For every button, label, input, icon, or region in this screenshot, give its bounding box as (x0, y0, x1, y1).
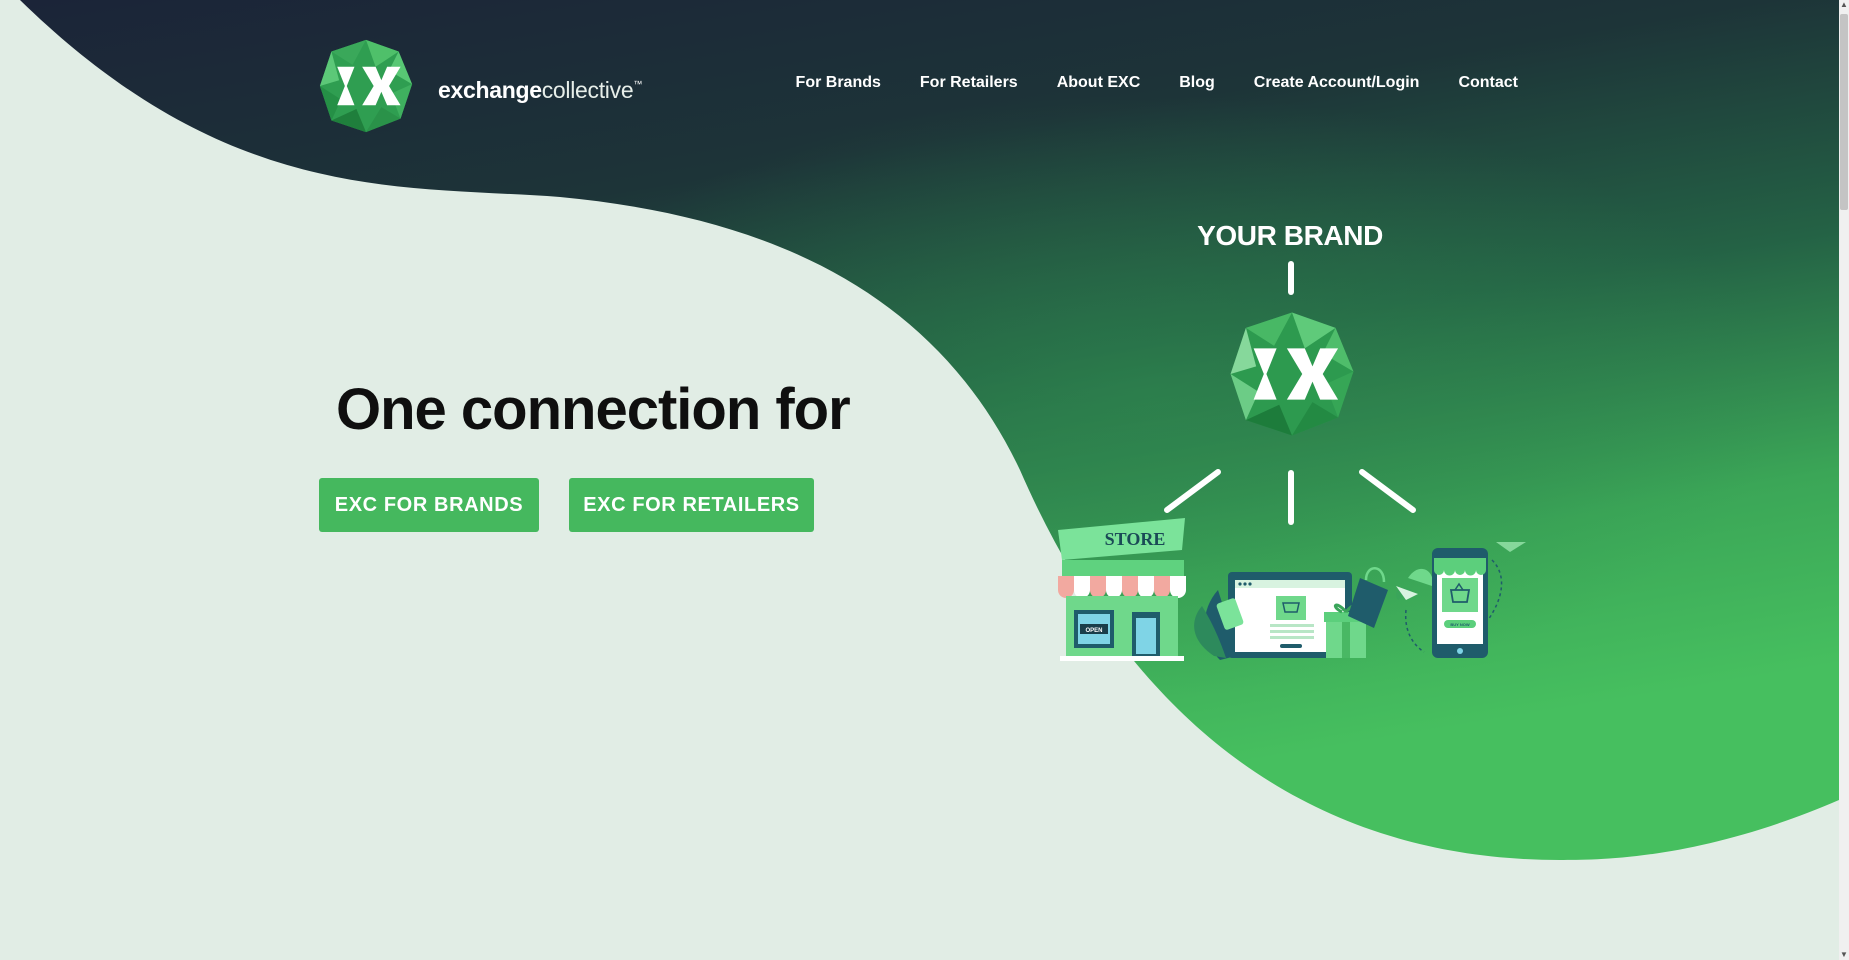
scroll-down-icon[interactable]: ▼ (1839, 950, 1849, 960)
exc-logo-icon (319, 39, 413, 133)
scrollbar-thumb[interactable] (1840, 14, 1848, 210)
storefront-icon: STORE OPEN (1058, 518, 1186, 661)
nav-create-account-login[interactable]: Create Account/Login (1254, 74, 1420, 92)
logo-wordmark: exchangecollective™ (438, 77, 642, 104)
nav-about-exc[interactable]: About EXC (1057, 74, 1141, 92)
your-brand-heading: YOUR BRAND (1197, 220, 1383, 251)
store-sign-text: STORE (1105, 529, 1166, 549)
exc-for-brands-button[interactable]: EXC FOR BRANDS (319, 478, 539, 532)
brand-network-illustration: STORE OPEN BUY NOW (1058, 261, 1526, 661)
nav-for-brands[interactable]: For Brands (796, 74, 881, 92)
logo-word-bold: exchange (438, 76, 542, 103)
hero-title: One connection for (336, 377, 851, 442)
page-scrollbar[interactable]: ▲ ▼ (1839, 0, 1849, 960)
site-logo[interactable]: exchangecollective™ (318, 38, 642, 134)
buy-now-text: BUY NOW (1450, 622, 1469, 627)
main-navigation: For Brands For Retailers About EXC Blog … (757, 74, 1518, 92)
logo-trademark: ™ (633, 78, 643, 89)
hero-background (20, 0, 1839, 860)
nav-blog[interactable]: Blog (1179, 74, 1215, 92)
scroll-up-icon[interactable]: ▲ (1839, 0, 1849, 10)
mobile-shop-icon: BUY NOW (1395, 542, 1526, 658)
online-shop-icon (1194, 567, 1388, 660)
open-sign-text: OPEN (1085, 628, 1102, 634)
exc-for-retailers-button[interactable]: EXC FOR RETAILERS (569, 478, 814, 532)
nav-for-retailers[interactable]: For Retailers (920, 74, 1018, 92)
logo-word-regular: collective (541, 76, 634, 103)
exc-hub-icon (1230, 312, 1354, 436)
nav-contact[interactable]: Contact (1458, 74, 1518, 92)
